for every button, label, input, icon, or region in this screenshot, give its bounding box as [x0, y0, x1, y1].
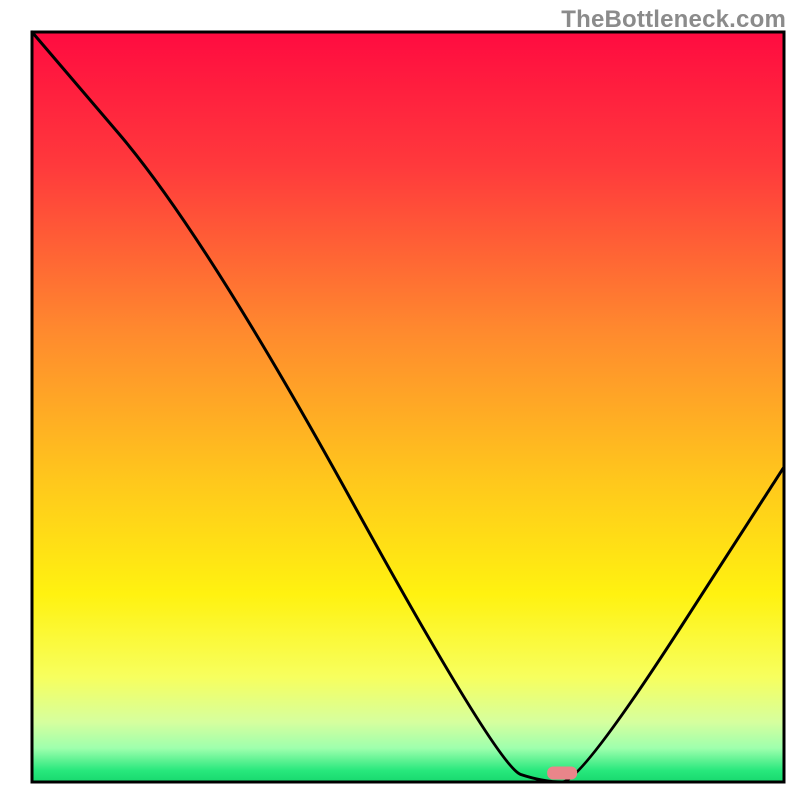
optimum-marker — [547, 767, 577, 780]
bottleneck-chart — [0, 0, 800, 800]
watermark-text: TheBottleneck.com — [561, 6, 786, 34]
plot-background — [32, 32, 784, 782]
